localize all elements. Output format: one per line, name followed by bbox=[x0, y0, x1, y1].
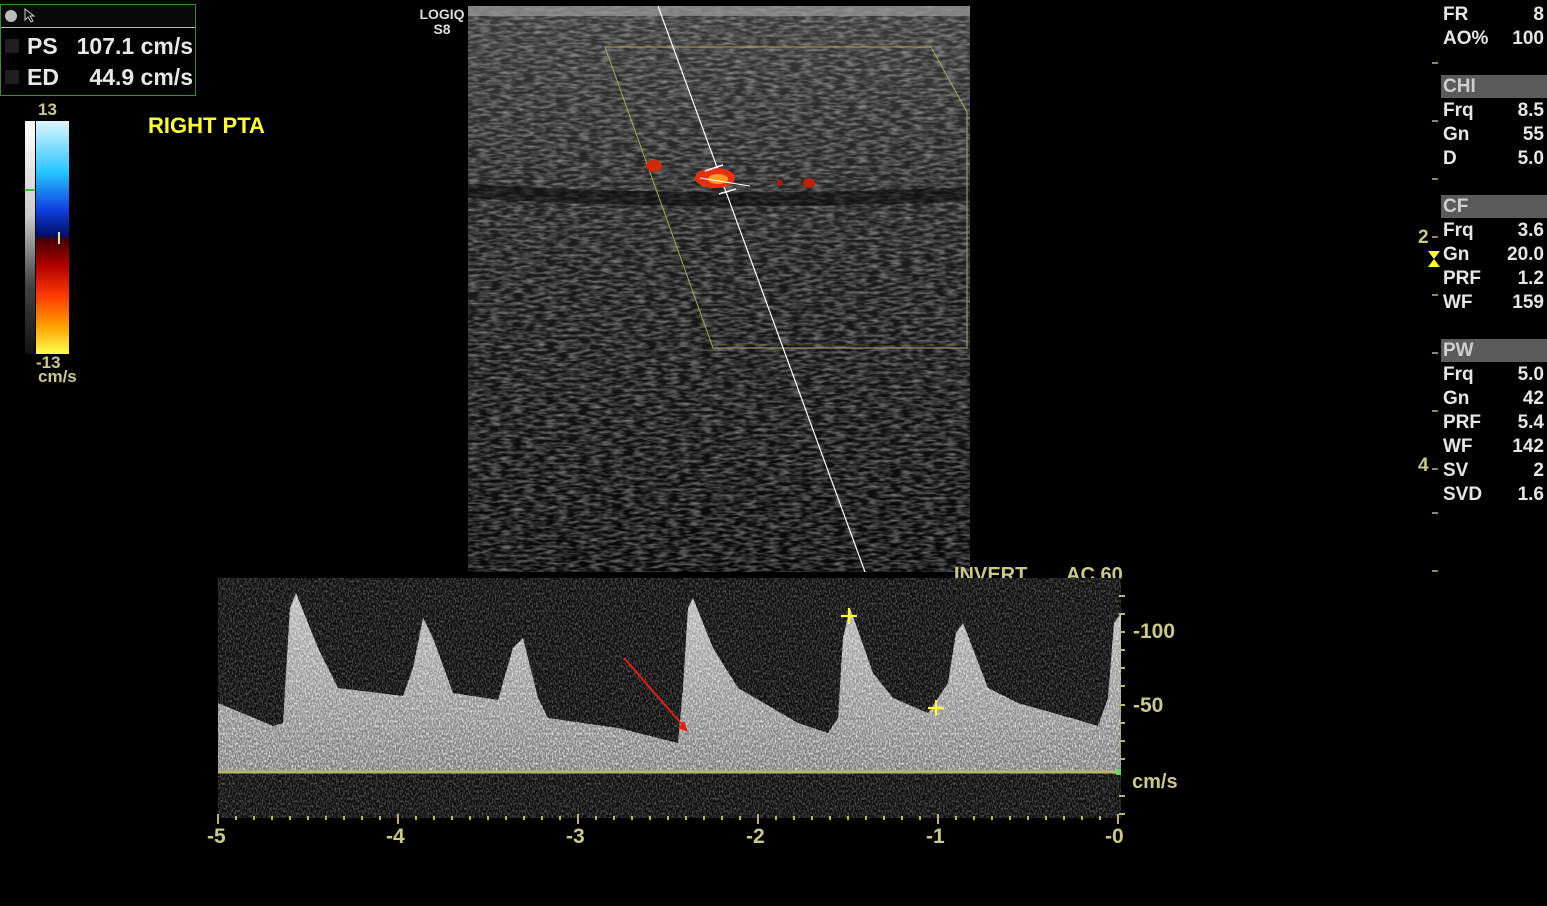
param-chi-d: D 5.0 bbox=[1443, 148, 1544, 169]
color-scale-top: 13 bbox=[38, 100, 57, 119]
checkbox[interactable] bbox=[5, 70, 19, 84]
measurement-toolbar bbox=[1, 5, 195, 28]
y-tick-label: -100 bbox=[1133, 620, 1176, 643]
color-scale-unit: cm/s bbox=[38, 367, 77, 386]
x-tick-label: -2 bbox=[746, 825, 765, 848]
param-pw-svd: SVD 1.6 bbox=[1443, 484, 1544, 505]
depth-marker-2: 2 bbox=[1418, 227, 1429, 248]
record-icon[interactable] bbox=[3, 8, 19, 24]
param-chi-gn: Gn 55 bbox=[1443, 124, 1544, 145]
grayscale-bar bbox=[25, 121, 35, 354]
x-tick-label: -1 bbox=[926, 825, 945, 848]
time-axis bbox=[217, 814, 1119, 824]
color-velocity-bar bbox=[36, 121, 69, 354]
param-pw-prf: PRF 5.4 bbox=[1443, 412, 1544, 433]
focal-zone-icon[interactable] bbox=[1427, 250, 1441, 268]
param-cf-frq: Frq 3.6 bbox=[1443, 220, 1544, 241]
measurement-ed: ED 44.9 cm/s bbox=[1, 62, 195, 92]
baseline-marker bbox=[58, 232, 60, 244]
grayscale-marker bbox=[25, 189, 35, 191]
depth-marker-4: 4 bbox=[1418, 455, 1429, 476]
param-fr: FR 8 bbox=[1443, 4, 1544, 25]
velocity-axis bbox=[1119, 595, 1125, 815]
measurement-value: 107.1 cm/s bbox=[76, 33, 193, 59]
spectral-doppler[interactable] bbox=[218, 578, 1121, 818]
cursor-icon[interactable] bbox=[23, 7, 41, 23]
param-pw-wf: WF 142 bbox=[1443, 436, 1544, 457]
measurement-panel: PS 107.1 cm/s ED 44.9 cm/s bbox=[0, 4, 196, 96]
param-pw-gn: Gn 42 bbox=[1443, 388, 1544, 409]
section-header-chi: CHI bbox=[1441, 75, 1547, 98]
param-cf-prf: PRF 1.2 bbox=[1443, 268, 1544, 289]
device-brand: LOGIQ bbox=[419, 6, 465, 22]
measurement-value: 44.9 cm/s bbox=[89, 64, 193, 90]
velocity-unit: cm/s bbox=[1132, 771, 1178, 793]
param-pw-sv: SV 2 bbox=[1443, 460, 1544, 481]
section-header-cf: CF bbox=[1441, 195, 1547, 218]
y-tick-label: -50 bbox=[1133, 694, 1164, 717]
bmode-image[interactable] bbox=[468, 6, 970, 572]
param-chi-frq: Frq 8.5 bbox=[1443, 100, 1544, 121]
measurement-label: ED bbox=[27, 64, 59, 90]
device-label: LOGIQ S8 bbox=[416, 7, 468, 37]
measurement-label: PS bbox=[27, 33, 58, 59]
measurement-ps: PS 107.1 cm/s bbox=[1, 31, 195, 61]
x-tick-label: -4 bbox=[386, 825, 405, 848]
x-tick-label: -0 bbox=[1105, 825, 1124, 848]
param-pw-frq: Frq 5.0 bbox=[1443, 364, 1544, 385]
x-tick-label: -3 bbox=[566, 825, 585, 848]
param-ao: AO% 100 bbox=[1443, 28, 1544, 49]
checkbox[interactable] bbox=[5, 39, 19, 53]
x-tick-label: -5 bbox=[207, 825, 226, 848]
device-model: S8 bbox=[433, 21, 451, 37]
param-cf-gn: Gn 20.0 bbox=[1443, 244, 1544, 265]
section-header-pw: PW bbox=[1441, 339, 1547, 362]
annotation-label: RIGHT PTA bbox=[148, 113, 265, 138]
param-cf-wf: WF 159 bbox=[1443, 292, 1544, 313]
